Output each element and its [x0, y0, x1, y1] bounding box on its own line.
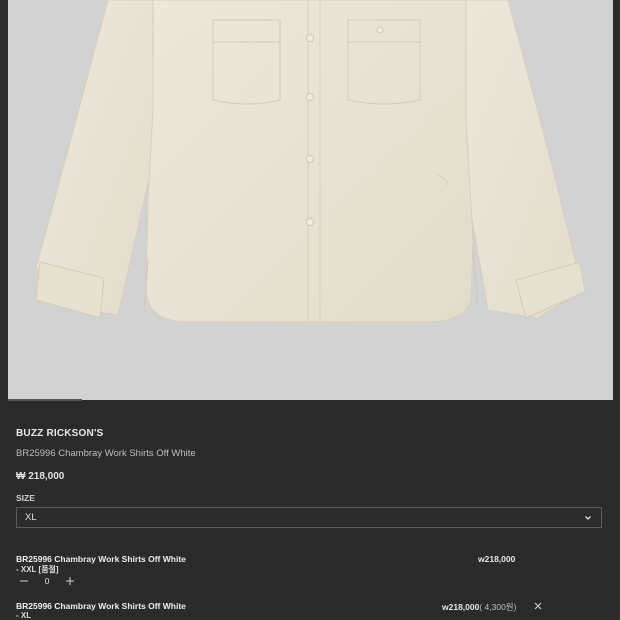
quantity-value[interactable]: 0: [32, 576, 62, 586]
option-price-group: w218,000( 4,300원): [442, 601, 516, 613]
option-title: BR25996 Chambray Work Shirts Off White: [16, 554, 186, 564]
option-size: - XXL [품절]: [16, 565, 59, 574]
close-icon[interactable]: [533, 601, 543, 611]
product-image[interactable]: [8, 0, 613, 400]
option-price: w218,000: [478, 554, 516, 564]
slide-indicator: [8, 399, 82, 401]
product-name: BR25996 Chambray Work Shirts Off White: [16, 448, 196, 459]
size-select[interactable]: XL: [16, 507, 602, 528]
option-size: - XL: [16, 611, 32, 620]
brand-name[interactable]: BUZZ RICKSON'S: [16, 428, 103, 439]
shirt-illustration: [35, 0, 586, 323]
size-label: SIZE: [16, 493, 35, 503]
product-page: BUZZ RICKSON'S BR25996 Chambray Work Shi…: [0, 0, 620, 620]
product-price: ₩ 218,000: [16, 471, 65, 482]
option-price: w218,000: [442, 602, 480, 612]
size-selected-value: XL: [25, 512, 37, 523]
chevron-down-icon: [585, 515, 591, 520]
option-price-note: ( 4,300원): [479, 602, 517, 612]
option-title: BR25996 Chambray Work Shirts Off White: [16, 601, 186, 611]
plus-icon[interactable]: [62, 575, 78, 587]
minus-icon[interactable]: [16, 575, 32, 587]
quantity-stepper: 0: [16, 575, 78, 587]
